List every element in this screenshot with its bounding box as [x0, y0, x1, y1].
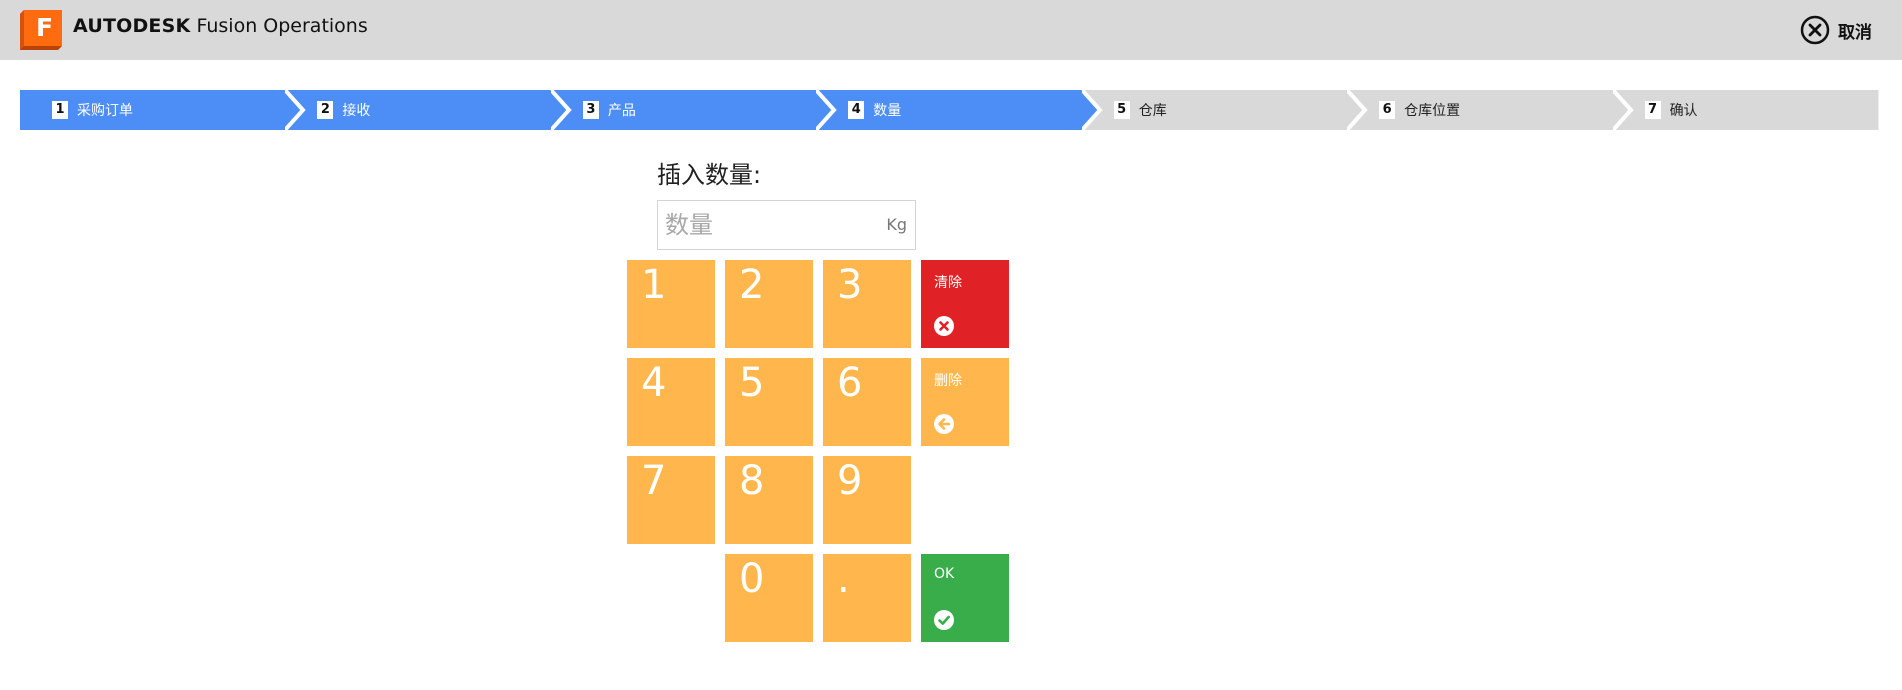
quantity-input[interactable]: [658, 201, 865, 249]
wizard-stepper: 1 采购订单 2 接收 3 产品 4 数量 5 仓库 6 仓库位置 7 确认: [20, 90, 1878, 130]
check-circle-icon: [934, 610, 954, 630]
ok-button[interactable]: OK: [921, 554, 1009, 642]
ok-label: OK: [934, 566, 955, 582]
step-number: 6: [1379, 101, 1396, 119]
step-label: 采购订单: [77, 103, 133, 119]
logo-letter: F: [36, 13, 54, 42]
step-number: 7: [1644, 101, 1661, 119]
arrow-left-circle-icon: [934, 414, 954, 434]
step-label: 仓库: [1138, 103, 1167, 119]
cancel-label: 取消: [1838, 22, 1872, 43]
key-3[interactable]: 3: [823, 260, 911, 348]
step-1: 1 采购订单: [20, 90, 305, 130]
step-3: 3 产品: [550, 90, 836, 130]
step-5: 5 仓库: [1081, 90, 1367, 130]
top-bar: F AUTODESK Fusion Operations 取消: [0, 0, 1902, 60]
key-decimal[interactable]: .: [823, 554, 911, 642]
quantity-prompt: 插入数量:: [657, 161, 762, 189]
step-2: 2 接收: [285, 90, 570, 130]
key-digit-label: 0: [739, 556, 765, 602]
key-digit-label: 6: [837, 360, 863, 406]
step-number: 2: [317, 101, 334, 119]
unit-label: Kg: [886, 215, 907, 234]
key-0[interactable]: 0: [725, 554, 813, 642]
key-digit-label: 8: [739, 458, 765, 504]
key-7[interactable]: 7: [627, 456, 715, 544]
step-label: 产品: [607, 103, 636, 119]
key-4[interactable]: 4: [627, 358, 715, 446]
x-circle-icon: [934, 316, 954, 336]
key-8[interactable]: 8: [725, 456, 813, 544]
key-1[interactable]: 1: [627, 260, 715, 348]
step-6: 6 仓库位置: [1347, 90, 1632, 130]
step-4: 4 数量: [816, 90, 1101, 130]
quantity-field: Kg: [657, 200, 916, 250]
step-number: 1: [52, 101, 68, 119]
key-digit-label: 2: [739, 262, 765, 308]
key-digit-label: 1: [641, 262, 667, 308]
cancel-button[interactable]: 取消: [1800, 15, 1872, 45]
key-digit-label: 5: [739, 360, 765, 406]
key-digit-label: 7: [641, 458, 667, 504]
close-circle-icon: [1800, 15, 1830, 45]
step-label: 仓库位置: [1404, 103, 1461, 119]
delete-label: 删除: [934, 373, 962, 389]
step-label: 接收: [342, 103, 371, 119]
brand-product: Fusion Operations: [196, 15, 368, 37]
key-5[interactable]: 5: [725, 358, 813, 446]
step-7: 7 确认: [1612, 90, 1898, 130]
step-number: 5: [1113, 101, 1130, 119]
step-number: 3: [582, 101, 599, 119]
delete-button[interactable]: 删除: [921, 358, 1009, 446]
key-digit-label: 4: [641, 360, 667, 406]
brand-autodesk: AUTODESK: [73, 15, 191, 37]
app-title: AUTODESK Fusion Operations: [73, 15, 368, 37]
step-label: 确认: [1669, 103, 1698, 119]
key-digit-label: .: [837, 556, 850, 602]
clear-label: 清除: [934, 275, 962, 291]
key-2[interactable]: 2: [725, 260, 813, 348]
key-digit-label: 3: [837, 262, 863, 308]
step-number: 4: [848, 101, 865, 119]
step-label: 数量: [873, 103, 902, 119]
key-digit-label: 9: [837, 458, 863, 504]
clear-button[interactable]: 清除: [921, 260, 1009, 348]
key-6[interactable]: 6: [823, 358, 911, 446]
key-9[interactable]: 9: [823, 456, 911, 544]
